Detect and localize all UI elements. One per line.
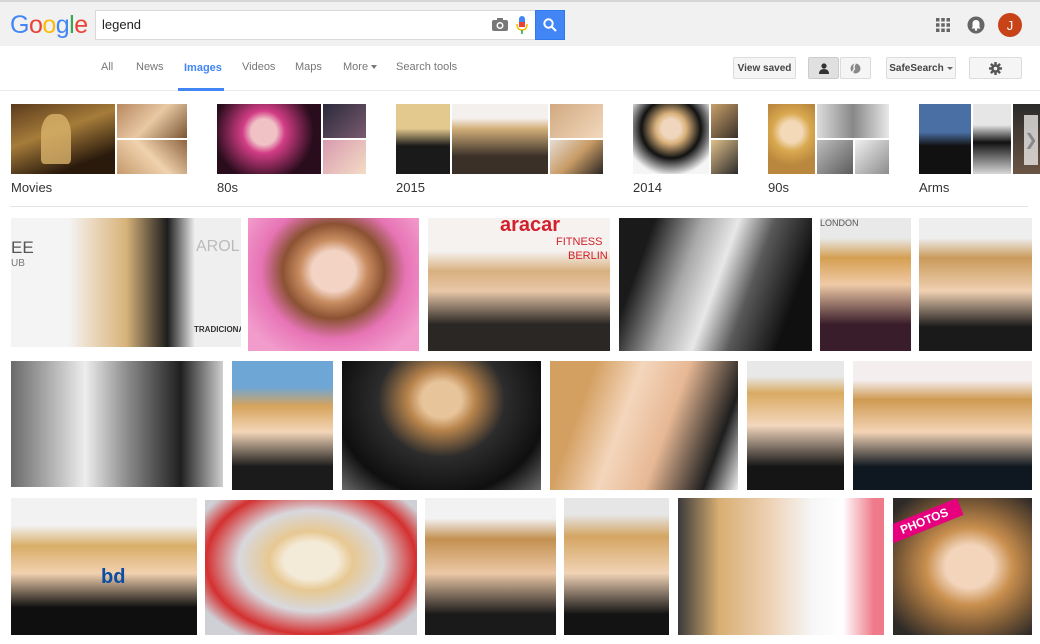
tab-more[interactable]: More <box>343 61 378 73</box>
tab-more-label: More <box>343 61 369 73</box>
watermark-text: AROL <box>196 238 240 255</box>
chevron-down-icon <box>371 65 378 70</box>
watermark-text: aracar <box>500 218 561 236</box>
image-result[interactable] <box>678 498 884 635</box>
chevron-down-icon <box>946 66 953 70</box>
image-result[interactable] <box>619 218 812 351</box>
related-thumbnail <box>919 104 971 174</box>
logo-letter: o <box>28 11 43 39</box>
image-result[interactable] <box>853 361 1032 490</box>
watermark-text: EE <box>11 238 34 257</box>
search-input[interactable]: legend <box>102 17 141 32</box>
related-thumbnail <box>855 140 889 174</box>
image-result[interactable] <box>205 500 417 635</box>
related-thumbnail <box>817 140 853 174</box>
safesearch-button[interactable]: SafeSearch <box>886 57 956 79</box>
related-item-80s[interactable]: 80s <box>217 104 366 195</box>
related-thumbnail <box>711 104 738 138</box>
related-item-2014[interactable]: 2014 <box>633 104 738 195</box>
image-result[interactable]: bd <box>11 498 197 635</box>
related-thumbnail <box>973 104 1011 174</box>
related-label: 90s <box>768 180 789 195</box>
view-saved-button[interactable]: View saved <box>733 57 796 79</box>
related-label: 2014 <box>633 180 662 195</box>
global-results-button[interactable] <box>840 57 871 79</box>
gear-icon <box>989 61 1002 75</box>
watermark-text: FITNESS <box>556 236 603 248</box>
watermark-text: LONDON <box>820 218 859 228</box>
active-tab-indicator <box>178 88 224 91</box>
related-thumbnail <box>452 104 548 174</box>
image-result[interactable]: EE UB AROL TRADICIONAL <box>11 218 241 347</box>
image-result[interactable] <box>564 498 669 635</box>
search-tools-link[interactable]: Search tools <box>396 61 457 73</box>
image-result[interactable] <box>919 218 1032 351</box>
top-bar: Google legend J <box>0 0 1040 46</box>
watermark-text: bd <box>101 566 126 588</box>
watermark-text: TRADICIONAL <box>194 325 241 334</box>
bell-icon[interactable] <box>967 16 985 34</box>
search-nav: All News Images Videos Maps More Search … <box>0 46 1040 91</box>
tab-news[interactable]: News <box>136 61 164 73</box>
apps-grid-icon[interactable] <box>936 18 950 32</box>
related-thumbnail <box>550 140 603 174</box>
search-icon <box>543 18 557 32</box>
related-thumbnail <box>396 104 450 174</box>
related-thumbnail <box>550 104 603 138</box>
image-result[interactable]: PHOTOS <box>893 498 1032 635</box>
related-item-90s[interactable]: 90s <box>768 104 889 195</box>
personal-results-button[interactable] <box>808 57 839 79</box>
tab-images[interactable]: Images <box>184 62 222 74</box>
related-label: 2015 <box>396 180 425 195</box>
globe-icon <box>850 62 861 74</box>
google-logo[interactable]: Google <box>10 11 88 40</box>
logo-letter: g <box>55 11 70 39</box>
image-result[interactable] <box>232 361 333 490</box>
divider <box>10 206 1028 207</box>
related-label: Movies <box>11 180 53 195</box>
watermark-text: UB <box>11 258 25 269</box>
microphone-icon[interactable] <box>516 16 528 34</box>
person-icon <box>818 62 829 74</box>
related-thumbnail <box>817 104 889 138</box>
related-label: Arms <box>919 180 950 195</box>
tab-all[interactable]: All <box>101 61 113 73</box>
image-result[interactable] <box>11 361 223 487</box>
watermark-text: BERLIN <box>568 250 608 262</box>
related-thumbnail <box>117 140 187 174</box>
related-searches: Movies 80s 2015 2014 90s Arms <box>0 100 1040 200</box>
image-result[interactable] <box>342 361 541 490</box>
related-item-arms[interactable]: Arms <box>919 104 1040 195</box>
safesearch-label: SafeSearch <box>889 62 944 74</box>
search-box[interactable]: legend <box>95 10 535 40</box>
related-thumbnail <box>323 140 366 174</box>
account-avatar[interactable]: J <box>998 13 1022 37</box>
logo-letter: e <box>74 11 88 39</box>
related-thumbnail <box>633 104 709 174</box>
settings-button[interactable] <box>969 57 1022 79</box>
related-thumbnail <box>11 104 115 174</box>
related-thumbnail <box>711 140 738 174</box>
related-thumbnail <box>217 104 321 174</box>
photos-badge: PHOTOS <box>893 498 964 545</box>
image-result[interactable]: aracar FITNESS BERLIN <box>428 218 610 351</box>
related-thumbnail <box>117 104 187 138</box>
related-item-movies[interactable]: Movies <box>11 104 187 195</box>
tab-maps[interactable]: Maps <box>295 61 322 73</box>
camera-icon[interactable] <box>492 17 508 31</box>
search-button[interactable] <box>535 10 565 40</box>
related-item-2015[interactable]: 2015 <box>396 104 603 195</box>
image-result[interactable] <box>248 218 419 351</box>
image-result[interactable] <box>550 361 738 490</box>
logo-letter: o <box>42 11 56 39</box>
image-result[interactable]: LONDON <box>820 218 911 351</box>
related-label: 80s <box>217 180 238 195</box>
tab-videos[interactable]: Videos <box>242 61 275 73</box>
logo-letter: G <box>10 11 29 39</box>
related-thumbnail <box>323 104 366 138</box>
image-result[interactable] <box>747 361 844 490</box>
image-result[interactable] <box>425 498 556 635</box>
chevron-right-icon[interactable]: ❯ <box>1024 115 1038 165</box>
related-thumbnail <box>768 104 815 174</box>
